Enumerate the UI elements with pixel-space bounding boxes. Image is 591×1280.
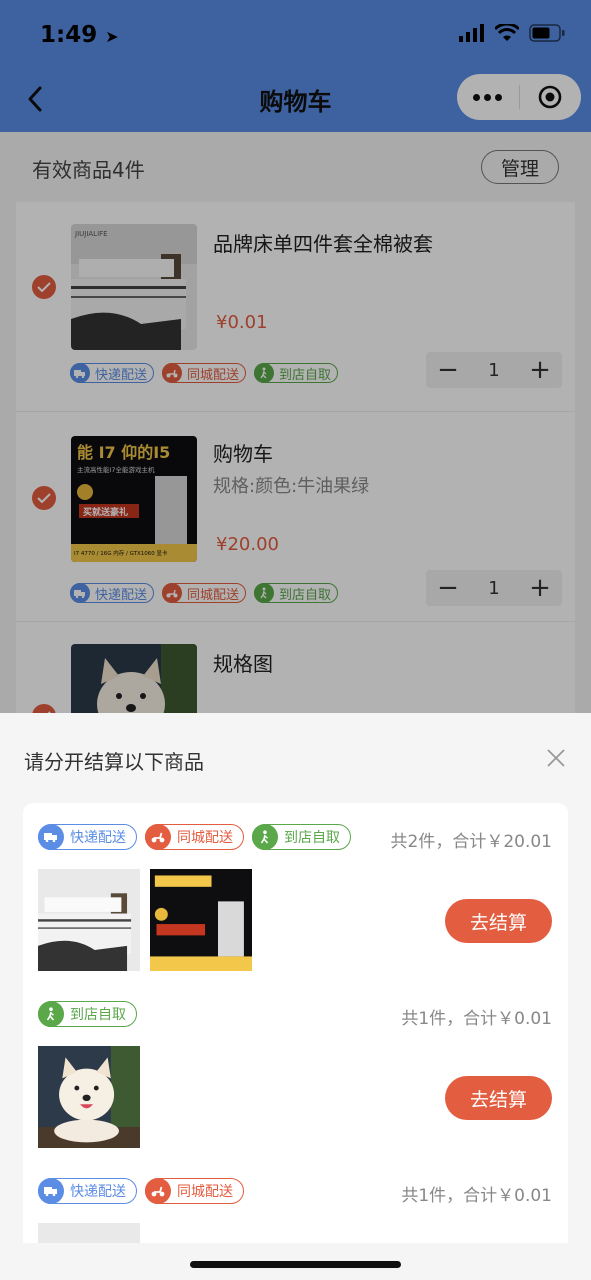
checkout-group: 快递配送 同城配送 共1件，合计￥0.01	[23, 1157, 568, 1243]
checkout-button[interactable]: 去结算	[445, 1076, 552, 1120]
group-total: 共1件，合计￥0.01	[401, 1009, 552, 1029]
truck-icon	[38, 1178, 64, 1204]
tag-city: 同城配送	[145, 1178, 244, 1204]
tag-express: 快递配送	[38, 1178, 137, 1204]
tag-pickup: 到店自取	[38, 1001, 137, 1027]
checkout-group: 快递配送 同城配送 到店自取 共2件，合计￥20.01 去结算	[23, 803, 568, 980]
group-delivery-tags: 快递配送 同城配送 到店自取	[38, 824, 351, 850]
home-indicator	[190, 1261, 401, 1268]
group-total: 共2件，合计￥20.01	[390, 832, 552, 852]
thumb-bedding	[38, 1223, 140, 1243]
scooter-icon	[145, 824, 171, 850]
scooter-icon	[145, 1178, 171, 1204]
checkout-groups: 快递配送 同城配送 到店自取 共2件，合计￥20.01 去结算 到店自取 共1件…	[23, 803, 568, 1243]
tag-city: 同城配送	[145, 824, 244, 850]
checkout-sheet: 请分开结算以下商品 快递配送 同城配送 到店自取 共2件，合计￥20.01 去结…	[0, 713, 591, 1280]
truck-icon	[38, 824, 64, 850]
walking-icon	[38, 1001, 64, 1027]
group-delivery-tags: 到店自取	[38, 1001, 137, 1027]
walking-icon	[252, 824, 278, 850]
sheet-title: 请分开结算以下商品	[24, 750, 204, 774]
modal-overlay[interactable]	[0, 0, 591, 713]
tag-express: 快递配送	[38, 824, 137, 850]
group-total: 共1件，合计￥0.01	[401, 1186, 552, 1206]
group-thumbs	[38, 1046, 140, 1148]
tag-pickup: 到店自取	[252, 824, 351, 850]
group-thumbs	[38, 869, 252, 971]
group-thumbs	[38, 1223, 140, 1243]
thumb-bedding	[38, 869, 140, 971]
thumb-pc	[150, 869, 252, 971]
group-delivery-tags: 快递配送 同城配送	[38, 1178, 244, 1204]
checkout-button[interactable]: 去结算	[445, 899, 552, 943]
close-icon[interactable]	[545, 747, 567, 769]
thumb-dog	[38, 1046, 140, 1148]
checkout-group: 到店自取 共1件，合计￥0.01 去结算	[23, 980, 568, 1157]
